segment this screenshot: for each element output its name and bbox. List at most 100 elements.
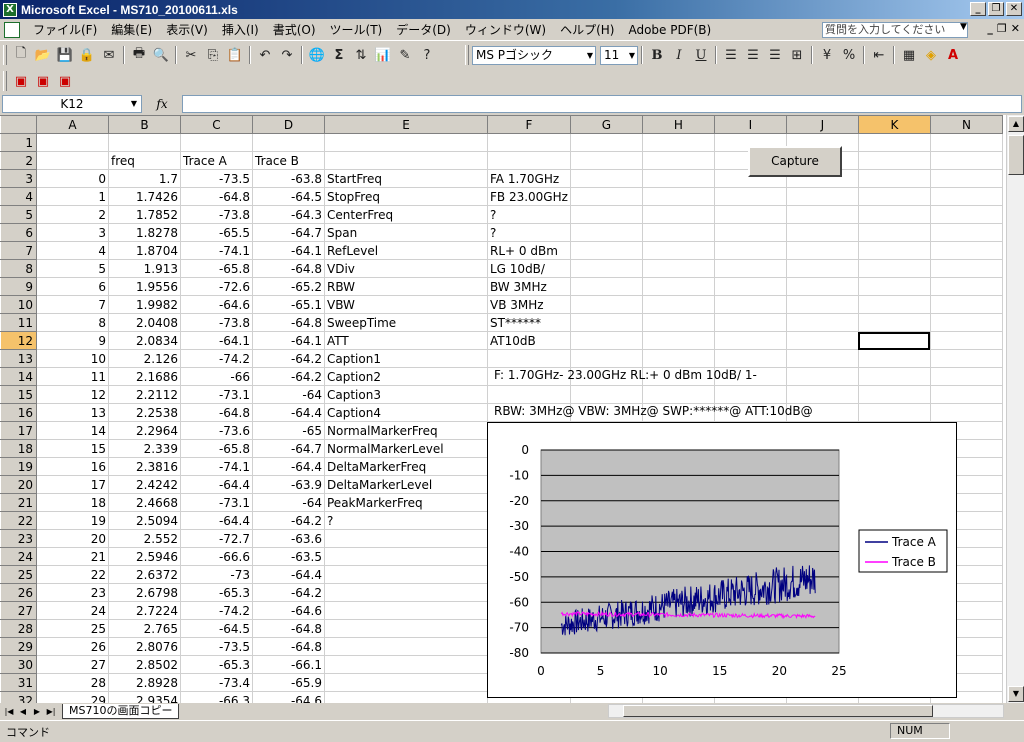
cell-b25[interactable]: 2.6372 bbox=[108, 565, 181, 584]
cell-e5[interactable]: CenterFreq bbox=[324, 205, 488, 224]
row-header[interactable]: 3 bbox=[0, 169, 37, 188]
undo-icon[interactable]: ↶ bbox=[254, 44, 276, 66]
spectrum-chart[interactable]: 0 -10 -20 -30 -40 -50 -60 -70 -80 0 5 10 15 20 25 Trace… bbox=[487, 422, 957, 698]
cell-d21[interactable]: -64 bbox=[252, 493, 325, 512]
first-sheet-icon[interactable]: |◀ bbox=[2, 707, 16, 716]
cell-n4[interactable] bbox=[929, 187, 1003, 206]
cell-a10[interactable]: 7 bbox=[36, 295, 109, 314]
cell-e20[interactable]: DeltaMarkerLevel bbox=[324, 475, 488, 494]
row-header[interactable]: 31 bbox=[0, 673, 37, 692]
cell-c22[interactable]: -64.4 bbox=[180, 511, 253, 530]
cell-f1[interactable] bbox=[487, 133, 571, 152]
name-box[interactable]: K12 ▼ bbox=[2, 95, 142, 113]
prev-sheet-icon[interactable]: ◀ bbox=[16, 707, 30, 716]
row-header[interactable]: 15 bbox=[0, 385, 37, 404]
cell-j9[interactable] bbox=[785, 277, 859, 296]
cell-e15[interactable]: Caption3 bbox=[324, 385, 488, 404]
cell-c25[interactable]: -73 bbox=[180, 565, 253, 584]
cell-a17[interactable]: 14 bbox=[36, 421, 109, 440]
align-right-icon[interactable]: ☰ bbox=[764, 44, 786, 66]
cell-f10[interactable]: VB 3MHz bbox=[487, 295, 571, 314]
cell-b7[interactable]: 1.8704 bbox=[108, 241, 181, 260]
cell-b18[interactable]: 2.339 bbox=[108, 439, 181, 458]
cell-d32[interactable]: -64.6 bbox=[252, 691, 325, 703]
cell-b20[interactable]: 2.4242 bbox=[108, 475, 181, 494]
chevron-down-icon[interactable]: ▼ bbox=[960, 22, 967, 32]
column-header[interactable]: I bbox=[713, 115, 787, 134]
cell-n13[interactable] bbox=[929, 349, 1003, 368]
cell-d15[interactable]: -64 bbox=[252, 385, 325, 404]
cell-g8[interactable] bbox=[569, 259, 643, 278]
cell-a23[interactable]: 20 bbox=[36, 529, 109, 548]
new-icon[interactable]: 🗋 bbox=[10, 44, 32, 66]
toolbar-grip[interactable] bbox=[3, 71, 7, 91]
cell-k14[interactable] bbox=[857, 367, 931, 386]
cell-c5[interactable]: -73.8 bbox=[180, 205, 253, 224]
cell-a1[interactable] bbox=[36, 133, 109, 152]
cell-d22[interactable]: -64.2 bbox=[252, 511, 325, 530]
cell-h7[interactable] bbox=[641, 241, 715, 260]
cell-i7[interactable] bbox=[713, 241, 787, 260]
cell-e21[interactable]: PeakMarkerFreq bbox=[324, 493, 488, 512]
cell-b6[interactable]: 1.8278 bbox=[108, 223, 181, 242]
row-header[interactable]: 6 bbox=[0, 223, 37, 242]
cell-c29[interactable]: -73.5 bbox=[180, 637, 253, 656]
font-size-select[interactable]: 11 ▼ bbox=[600, 45, 638, 65]
cell-j11[interactable] bbox=[785, 313, 859, 332]
column-header-selected[interactable]: K bbox=[857, 115, 931, 134]
cell-k16[interactable] bbox=[857, 403, 931, 422]
cell-f8[interactable]: LG 10dB/ bbox=[487, 259, 571, 278]
menu-format[interactable]: 書式(O) bbox=[266, 21, 323, 38]
cell-e22[interactable]: ? bbox=[324, 511, 488, 530]
print-icon[interactable]: 🖶 bbox=[128, 44, 150, 66]
cell-k1[interactable] bbox=[857, 133, 931, 152]
cell-i8[interactable] bbox=[713, 259, 787, 278]
open-folder-icon[interactable]: 📂 bbox=[32, 44, 54, 66]
cell-b31[interactable]: 2.8928 bbox=[108, 673, 181, 692]
cell-c23[interactable]: -72.7 bbox=[180, 529, 253, 548]
cell-e17[interactable]: NormalMarkerFreq bbox=[324, 421, 488, 440]
drawing-icon[interactable]: ✎ bbox=[394, 44, 416, 66]
cell-e30[interactable] bbox=[324, 655, 488, 674]
cell-h5[interactable] bbox=[641, 205, 715, 224]
cell-c20[interactable]: -64.4 bbox=[180, 475, 253, 494]
cell-a31[interactable]: 28 bbox=[36, 673, 109, 692]
menu-window[interactable]: ウィンドウ(W) bbox=[458, 21, 553, 38]
cell-c2[interactable]: Trace A bbox=[180, 151, 253, 170]
cell-h15[interactable] bbox=[641, 385, 715, 404]
cell-d25[interactable]: -64.4 bbox=[252, 565, 325, 584]
cell-c18[interactable]: -65.8 bbox=[180, 439, 253, 458]
cell-b12[interactable]: 2.0834 bbox=[108, 331, 181, 350]
menu-file[interactable]: ファイル(F) bbox=[26, 21, 104, 38]
cell-g7[interactable] bbox=[569, 241, 643, 260]
cell-d9[interactable]: -65.2 bbox=[252, 277, 325, 296]
column-header[interactable]: C bbox=[180, 115, 253, 134]
menu-adobe-pdf[interactable]: Adobe PDF(B) bbox=[621, 23, 718, 37]
column-header[interactable]: G bbox=[569, 115, 643, 134]
cell-b32[interactable]: 2.9354 bbox=[108, 691, 181, 703]
column-header[interactable]: H bbox=[641, 115, 715, 134]
cell-e2[interactable] bbox=[324, 151, 488, 170]
cell-c19[interactable]: -74.1 bbox=[180, 457, 253, 476]
cell-a8[interactable]: 5 bbox=[36, 259, 109, 278]
row-header[interactable]: 28 bbox=[0, 619, 37, 638]
cell-d16[interactable]: -64.4 bbox=[252, 403, 325, 422]
cell-d10[interactable]: -65.1 bbox=[252, 295, 325, 314]
row-header[interactable]: 16 bbox=[0, 403, 37, 422]
column-header[interactable]: N bbox=[929, 115, 1003, 134]
menu-view[interactable]: 表示(V) bbox=[159, 21, 215, 38]
menu-tools[interactable]: ツール(T) bbox=[323, 21, 390, 38]
cell-b14[interactable]: 2.1686 bbox=[108, 367, 181, 386]
cell-f4[interactable]: FB 23.00GHz bbox=[487, 187, 571, 206]
cell-n5[interactable] bbox=[929, 205, 1003, 224]
last-sheet-icon[interactable]: ▶| bbox=[44, 707, 58, 716]
row-header[interactable]: 24 bbox=[0, 547, 37, 566]
cell-d19[interactable]: -64.4 bbox=[252, 457, 325, 476]
cell-d2[interactable]: Trace B bbox=[252, 151, 325, 170]
paste-icon[interactable]: 📋 bbox=[224, 44, 246, 66]
row-header[interactable]: 17 bbox=[0, 421, 37, 440]
row-header[interactable]: 25 bbox=[0, 565, 37, 584]
column-header[interactable]: J bbox=[785, 115, 859, 134]
cell-b2[interactable]: freq bbox=[108, 151, 181, 170]
row-header[interactable]: 20 bbox=[0, 475, 37, 494]
